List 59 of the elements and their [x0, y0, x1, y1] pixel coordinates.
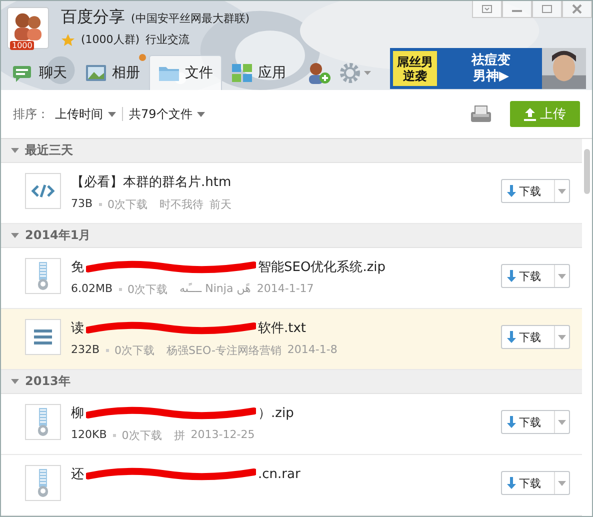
lines-icon [34, 329, 52, 345]
file-name[interactable]: 柳 ）.zip [71, 404, 501, 422]
tray-icon[interactable] [470, 105, 492, 123]
download-icon [507, 416, 516, 428]
download-count: 0次下载 [114, 343, 155, 358]
collapse-icon [11, 148, 19, 153]
collapse-icon [11, 379, 19, 384]
download-icon [507, 270, 516, 282]
file-row[interactable]: 读 软件.txt 232B 0次下载 杨强SEO-专注网络营销 2014-1-8 下载 [1, 309, 582, 370]
file-name[interactable]: 免 智能SEO优化系统.zip [71, 258, 501, 276]
file-name[interactable]: 读 软件.txt [71, 319, 501, 337]
uploader-name: ــــًںه Ninja هًں [180, 282, 251, 297]
upload-date: 2014-1-17 [256, 282, 314, 297]
download-count: 0次下载 [108, 197, 148, 212]
collapse-icon [11, 233, 19, 238]
caret-icon [558, 274, 566, 278]
uploader-name: 时不我待 [160, 197, 204, 212]
download-button[interactable]: 下载 [501, 179, 570, 203]
download-icon [507, 185, 516, 197]
zipper-icon [37, 469, 49, 497]
file-size: 6.02MB [71, 282, 113, 297]
uploader-name: 拼 [174, 428, 185, 443]
download-button[interactable]: 下载 [501, 471, 570, 495]
section-title: 2013年 [25, 373, 70, 390]
download-count: 0次下载 [122, 428, 162, 443]
file-size: 120KB [71, 428, 107, 443]
file-name[interactable]: 【必看】本群的群名片.htm [71, 173, 501, 191]
download-button[interactable]: 下载 [501, 325, 570, 349]
file-size: 232B [71, 343, 100, 358]
section-title: 2014年1月 [25, 227, 91, 244]
download-button[interactable]: 下载 [501, 410, 570, 434]
zipper-icon [37, 408, 49, 436]
section-header[interactable]: 最近三天 [1, 139, 582, 163]
section-title: 最近三天 [25, 142, 73, 159]
code-icon [31, 183, 55, 199]
download-icon [507, 477, 516, 489]
download-count: 0次下载 [128, 282, 168, 297]
upload-date: 前天 [210, 197, 232, 212]
caret-icon [558, 334, 566, 340]
download-icon [507, 331, 516, 343]
scrollbar[interactable] [584, 149, 590, 194]
caret-icon [197, 112, 206, 116]
upload-icon [524, 108, 536, 120]
caret-icon [558, 420, 566, 424]
file-name[interactable]: 还 .cn.rar [71, 465, 501, 483]
upload-date: 2014-1-8 [287, 343, 338, 358]
uploader-name: 杨强SEO-专注网络营销 [166, 343, 282, 358]
caret-icon [558, 188, 566, 194]
section-header[interactable]: 2014年1月 [1, 224, 582, 248]
caret-icon [558, 480, 566, 486]
sort-dropdown[interactable]: 上传时间 [55, 106, 116, 122]
sort-label: 排序： [13, 106, 49, 122]
download-button[interactable]: 下载 [501, 264, 570, 288]
file-size: 73B [71, 197, 93, 212]
file-count-dropdown[interactable]: 共79个文件 [129, 106, 206, 122]
section-header[interactable]: 2013年 [1, 370, 582, 394]
caret-icon [108, 112, 116, 116]
zipper-icon [37, 262, 49, 290]
upload-date: 2013-12-25 [190, 428, 255, 443]
